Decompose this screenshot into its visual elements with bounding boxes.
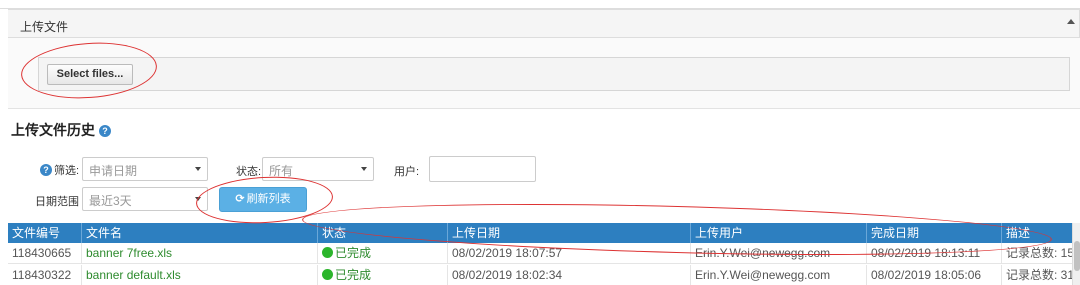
upload-area: Select files...: [8, 38, 1080, 109]
chevron-down-icon: [195, 167, 201, 171]
filter-label: ? 筛选:: [40, 162, 79, 178]
select-files-button[interactable]: Select files...: [47, 64, 133, 85]
status-select-value: 所有: [269, 164, 294, 178]
col-header-done-date[interactable]: 完成日期: [867, 223, 1002, 243]
chevron-down-icon: [361, 167, 367, 171]
top-strip: [0, 0, 1080, 9]
cell-status: 已完成: [318, 243, 448, 264]
user-label: 用户:: [394, 166, 420, 178]
refresh-label: 刷新列表: [246, 193, 291, 205]
filter-select-value: 申请日期: [89, 164, 138, 178]
status-text: 已完成: [335, 246, 372, 260]
cell-done-date: 08/02/2019 18:05:06: [867, 265, 1002, 285]
table-scrollbar[interactable]: [1072, 223, 1080, 285]
check-circle-icon: [322, 269, 333, 280]
date-range-label: 日期范围: [35, 196, 79, 208]
col-header-upload-date[interactable]: 上传日期: [448, 223, 691, 243]
status-label: 状态:: [236, 166, 262, 178]
collapse-icon[interactable]: [1067, 19, 1075, 24]
cell-desc: 记录总数: 31: [1006, 268, 1072, 282]
col-header-filename[interactable]: 文件名: [82, 223, 318, 243]
cell-filename-link[interactable]: banner default.xls: [82, 265, 318, 285]
col-header-user[interactable]: 上传用户: [691, 223, 867, 243]
status-select[interactable]: 所有: [262, 157, 374, 181]
scroll-thumb[interactable]: [1074, 241, 1080, 271]
history-title-text: 上传文件历史: [11, 122, 95, 138]
table-row[interactable]: 118430322 banner default.xls 已完成 08/02/2…: [8, 265, 1072, 285]
cell-filename-link[interactable]: banner 7free.xls: [82, 243, 318, 264]
check-circle-icon: [322, 247, 333, 258]
col-header-status[interactable]: 状态: [318, 223, 448, 243]
date-range-select[interactable]: 最近3天: [82, 187, 208, 211]
question-circle-icon[interactable]: ?: [99, 125, 111, 137]
cell-upload-date: 08/02/2019 18:02:34: [448, 265, 691, 285]
filter-label-text: 筛选:: [54, 165, 80, 177]
chevron-down-icon: [195, 197, 201, 201]
filter-select[interactable]: 申请日期: [82, 157, 208, 181]
cell-user: Erin.Y.Wei@newegg.com: [691, 265, 867, 285]
cell-done-date: 08/02/2019 18:13:11: [867, 243, 1002, 264]
cell-id: 118430322: [8, 265, 82, 285]
date-range-value: 最近3天: [89, 194, 132, 208]
history-title: 上传文件历史?: [11, 120, 111, 140]
cell-desc: 记录总数: 15: [1006, 246, 1072, 260]
upload-panel-header[interactable]: 上传文件: [8, 9, 1080, 38]
refresh-list-button[interactable]: ⟳ 刷新列表: [219, 187, 307, 212]
question-circle-icon[interactable]: ?: [40, 164, 52, 176]
cell-user: Erin.Y.Wei@newegg.com: [691, 243, 867, 264]
upload-dropzone[interactable]: Select files...: [38, 57, 1070, 91]
col-header-desc[interactable]: 描述: [1002, 223, 1072, 243]
user-input[interactable]: [429, 156, 536, 182]
table-header: 文件编号 文件名 状态 上传日期 上传用户 完成日期 描述: [8, 223, 1072, 243]
cell-upload-date: 08/02/2019 18:07:57: [448, 243, 691, 264]
status-text: 已完成: [335, 268, 372, 282]
upload-panel-title: 上传文件: [20, 20, 69, 34]
table-row[interactable]: 118430665 banner 7free.xls 已完成 08/02/201…: [8, 243, 1072, 264]
cell-status: 已完成: [318, 265, 448, 285]
col-header-id[interactable]: 文件编号: [8, 223, 82, 243]
refresh-icon: ⟳: [235, 193, 245, 205]
cell-id: 118430665: [8, 243, 82, 264]
